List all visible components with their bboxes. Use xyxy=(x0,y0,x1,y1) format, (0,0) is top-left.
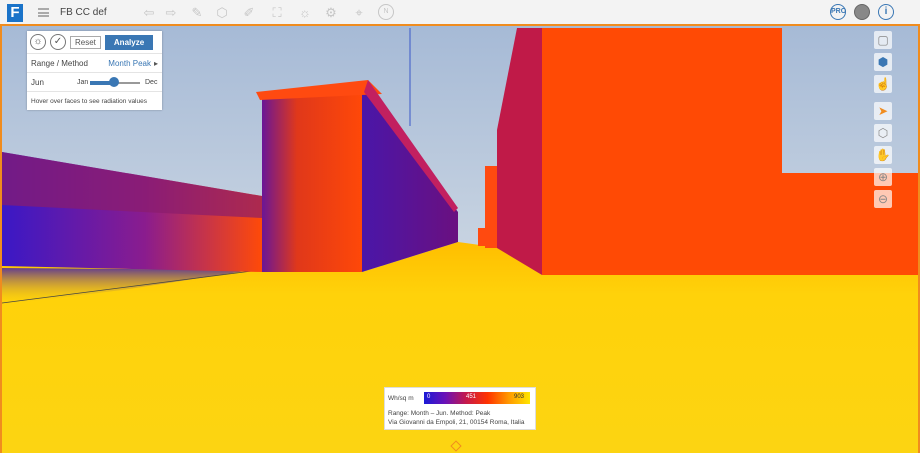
menu-icon[interactable] xyxy=(38,8,49,17)
user-icon[interactable] xyxy=(854,4,870,20)
legend-unit: Wh/sq m xyxy=(388,395,414,402)
capture-icon[interactable]: ⛶ xyxy=(268,4,286,22)
zoom-in-icon[interactable]: ⊕ xyxy=(874,168,892,186)
paint-icon[interactable]: ✐ xyxy=(240,4,258,22)
project-title: FB CC def xyxy=(60,7,107,18)
info-icon[interactable]: i xyxy=(878,4,894,20)
help-icon[interactable]: N xyxy=(378,4,394,20)
redo-icon[interactable]: ⇨ xyxy=(162,4,180,22)
slider-end-label: Dec xyxy=(145,78,158,86)
legend-address: Via Giovanni da Empoli, 21, 00154 Roma, … xyxy=(388,419,525,426)
sun-icon[interactable]: ☼ xyxy=(296,4,314,22)
month-row: Jun Jan Dec xyxy=(27,73,162,92)
top-toolbar: F FB CC def ⇦ ⇨ ✎ ⬡ ✐ ⛶ ☼ ⚙ ⌖ N PRO i xyxy=(0,0,920,26)
hand-pointer-icon[interactable]: ☝ xyxy=(874,75,892,93)
location-icon[interactable]: ⌖ xyxy=(350,4,368,22)
hover-hint: Hover over faces to see radiation values xyxy=(31,97,147,105)
settings-icon[interactable]: ☼ xyxy=(30,34,46,50)
legend-max: 903 xyxy=(514,394,525,400)
radiation-legend: Wh/sq m 0 451 903 Range: Month – Jun. Me… xyxy=(384,387,536,430)
range-method-value[interactable]: Month Peak xyxy=(108,59,151,68)
legend-mid: 451 xyxy=(466,394,477,400)
range-method-label: Range / Method xyxy=(31,58,88,68)
chevron-right-icon[interactable]: ▸ xyxy=(154,59,158,68)
month-slider-handle[interactable] xyxy=(109,77,119,87)
box-icon[interactable]: ⬡ xyxy=(213,4,231,22)
hint-row: Hover over faces to see radiation values xyxy=(27,92,162,110)
cube-icon[interactable]: ⬢ xyxy=(874,53,892,71)
cursor-icon[interactable]: ➤ xyxy=(874,102,892,120)
analyze-button[interactable]: Analyze xyxy=(104,34,154,50)
legend-color-scale: 0 451 903 xyxy=(424,392,530,404)
slider-start-label: Jan xyxy=(77,78,89,86)
month-label: Jun xyxy=(31,77,44,87)
legend-range-text: Range: Month – Jun. Method: Peak xyxy=(388,410,491,417)
zoom-out-icon[interactable]: ⊖ xyxy=(874,190,892,208)
analysis-panel: ☼ ✓ Reset Analyze Range / Method Month P… xyxy=(27,31,162,110)
building-icon[interactable]: ⬡ xyxy=(874,124,892,142)
panel-toolbar: ☼ ✓ Reset Analyze xyxy=(27,31,162,54)
range-method-row[interactable]: Range / Method Month Peak ▸ xyxy=(27,54,162,73)
check-icon[interactable]: ✓ xyxy=(50,34,66,50)
gear-icon[interactable]: ⚙ xyxy=(322,4,340,22)
draw-icon[interactable]: ✎ xyxy=(188,4,206,22)
pro-badge[interactable]: PRO xyxy=(830,4,846,20)
undo-icon[interactable]: ⇦ xyxy=(140,4,158,22)
reset-button[interactable]: Reset xyxy=(70,35,101,49)
app-logo: F xyxy=(7,4,23,22)
legend-min: 0 xyxy=(427,394,431,400)
window-icon[interactable]: ▢ xyxy=(874,31,892,49)
hand-icon[interactable]: ✋ xyxy=(874,146,892,164)
